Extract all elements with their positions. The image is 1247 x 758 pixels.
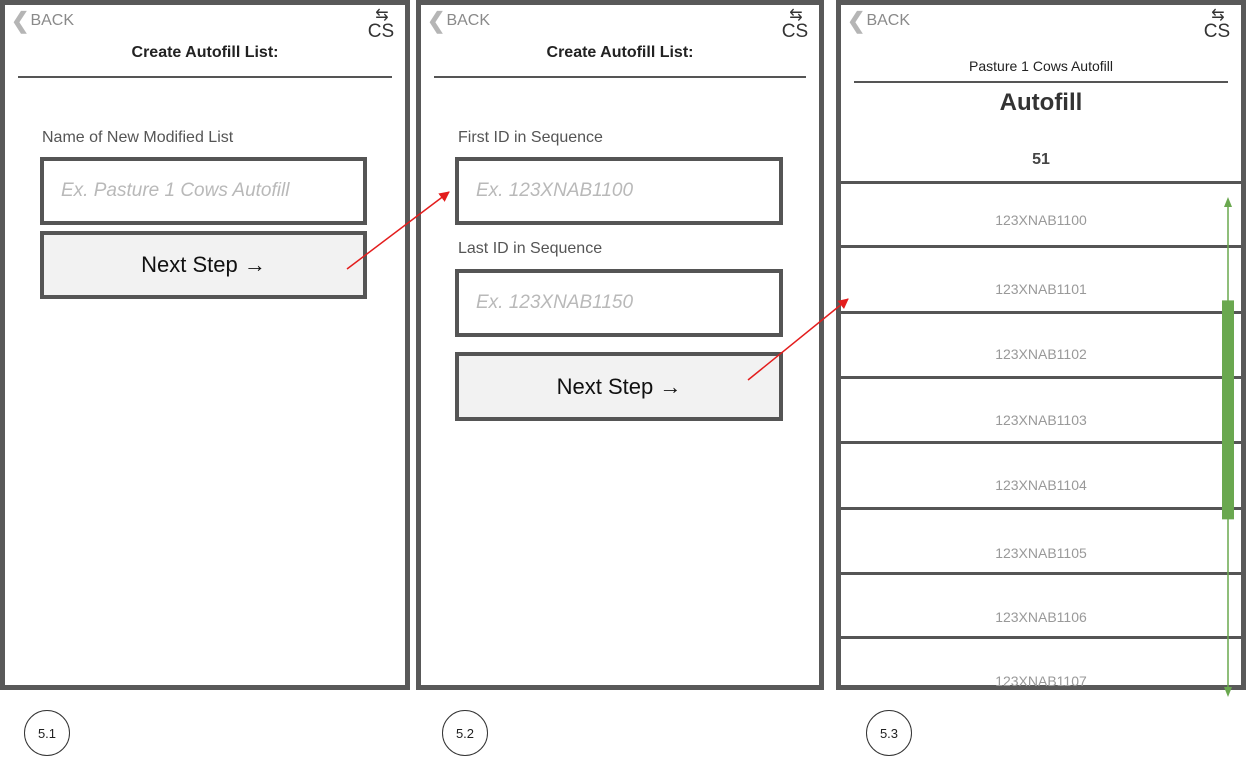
row-divider bbox=[841, 507, 1241, 510]
row-divider bbox=[841, 376, 1241, 379]
list-item[interactable]: 123XNAB1105 bbox=[841, 545, 1241, 561]
list-item[interactable]: 123XNAB1101 bbox=[841, 281, 1241, 297]
scroll-track[interactable] bbox=[1220, 197, 1247, 697]
chevron-left-icon: ❮ bbox=[847, 8, 866, 33]
next-step-button[interactable]: Next Step → bbox=[40, 231, 367, 299]
screen-autofill-list: ❮ BACK ⇆ CS Pasture 1 Cows Autofill Auto… bbox=[836, 0, 1246, 697]
arrow-down-icon bbox=[1224, 687, 1232, 697]
divider bbox=[18, 76, 392, 78]
step-marker: 5.2 bbox=[442, 710, 488, 756]
last-id-label: Last ID in Sequence bbox=[458, 240, 603, 257]
cs-switch-button[interactable]: ⇆ CS bbox=[367, 7, 395, 42]
page-title: Create Autofill List: bbox=[546, 44, 694, 61]
first-id-label: First ID in Sequence bbox=[458, 129, 603, 146]
swap-arrows-icon: ⇆ bbox=[789, 7, 802, 24]
list-item[interactable]: 123XNAB1103 bbox=[841, 412, 1241, 428]
scroll-thumb[interactable] bbox=[1222, 300, 1234, 520]
step-marker: 5.1 bbox=[24, 710, 70, 756]
swap-arrows-icon: ⇆ bbox=[375, 7, 388, 24]
page-title: Create Autofill List: bbox=[131, 44, 279, 61]
row-divider bbox=[841, 245, 1241, 248]
next-step-button[interactable]: Next Step → bbox=[455, 352, 783, 421]
list-name: Pasture 1 Cows Autofill bbox=[969, 58, 1113, 74]
divider bbox=[854, 81, 1228, 83]
divider bbox=[434, 76, 806, 78]
row-divider bbox=[841, 181, 1241, 184]
row-divider bbox=[841, 572, 1241, 575]
list-item[interactable]: 123XNAB1106 bbox=[841, 609, 1241, 625]
swap-arrows-icon: ⇆ bbox=[1211, 7, 1224, 24]
list-item[interactable]: 123XNAB1100 bbox=[841, 212, 1241, 228]
screen-create-list-range: ❮ BACK ⇆ CS Create Autofill List: First … bbox=[416, 0, 824, 690]
back-button[interactable]: ❮ BACK bbox=[427, 8, 490, 33]
screen-create-list-name: ❮ BACK ⇆ CS Create Autofill List: Name o… bbox=[0, 0, 410, 690]
first-id-input[interactable]: Ex. 123XNAB1100 bbox=[455, 157, 783, 225]
chevron-left-icon: ❮ bbox=[427, 8, 446, 33]
chevron-left-icon: ❮ bbox=[11, 8, 30, 33]
cs-switch-button[interactable]: ⇆ CS bbox=[1203, 7, 1231, 42]
row-divider bbox=[841, 441, 1241, 444]
item-count: 51 bbox=[1032, 151, 1050, 168]
row-divider bbox=[841, 636, 1241, 639]
arrow-up-icon bbox=[1224, 197, 1232, 207]
cs-switch-button[interactable]: ⇆ CS bbox=[781, 7, 809, 42]
page-title: Autofill bbox=[999, 89, 1083, 116]
list-item[interactable]: 123XNAB1104 bbox=[841, 477, 1241, 493]
list-item[interactable]: 123XNAB1107 bbox=[841, 673, 1241, 689]
last-id-input[interactable]: Ex. 123XNAB1150 bbox=[455, 269, 783, 337]
list-item[interactable]: 123XNAB1102 bbox=[841, 346, 1241, 362]
row-divider bbox=[841, 311, 1241, 314]
step-marker: 5.3 bbox=[866, 710, 912, 756]
name-label: Name of New Modified List bbox=[42, 129, 234, 146]
back-button[interactable]: ❮ BACK bbox=[847, 8, 910, 33]
back-button[interactable]: ❮ BACK bbox=[11, 8, 74, 33]
list-name-input[interactable]: Ex. Pasture 1 Cows Autofill bbox=[40, 157, 367, 225]
